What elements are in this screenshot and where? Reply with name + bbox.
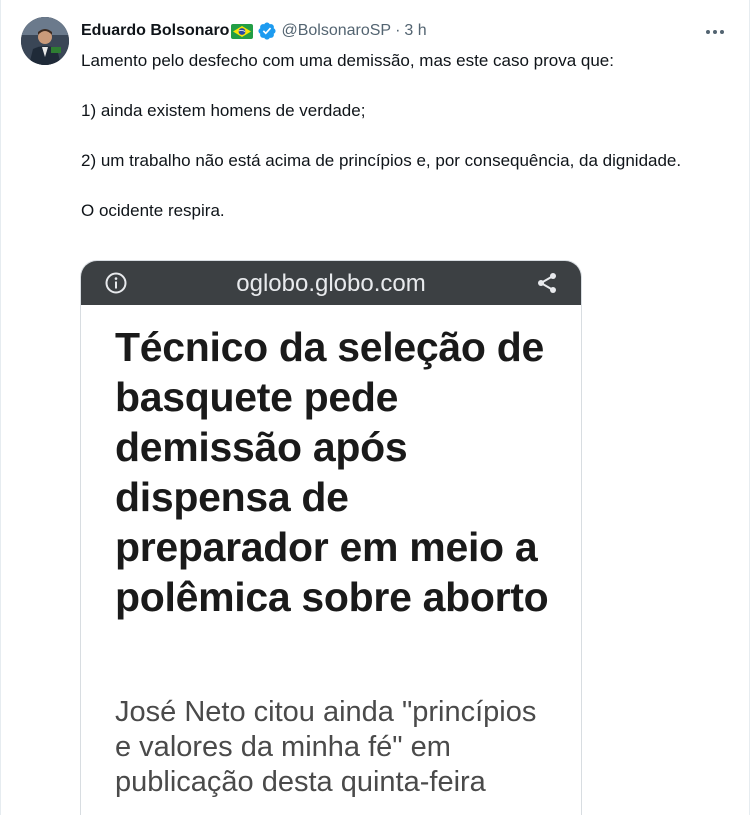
- article-headline: Técnico da seleção de basquete pede demi…: [115, 324, 549, 620]
- tweet-paragraph: O ocidente respira.: [81, 201, 225, 220]
- site-domain: oglobo.globo.com: [236, 270, 426, 297]
- embedded-image-card[interactable]: oglobo.globo.com Técnico da seleção de b…: [81, 261, 581, 815]
- more-options-icon[interactable]: [703, 20, 727, 44]
- verified-badge-icon: [257, 21, 277, 41]
- share-icon: [535, 271, 559, 295]
- tweet-text: Lamento pelo desfecho com uma demissão, …: [81, 48, 721, 248]
- separator-dot: ·: [395, 22, 401, 39]
- avatar[interactable]: [21, 17, 69, 65]
- author-name[interactable]: Eduardo Bolsonaro: [81, 22, 229, 40]
- author-handle[interactable]: @BolsonaroSP: [281, 22, 391, 40]
- tweet-paragraph: 1) ainda existem homens de verdade;: [81, 101, 366, 120]
- tweet-timestamp[interactable]: 3 h: [404, 22, 426, 40]
- tweet-paragraph: 2) um trabalho não está acima de princíp…: [81, 151, 682, 170]
- browser-address-bar: oglobo.globo.com: [81, 261, 581, 305]
- brazil-flag-icon: [231, 23, 254, 39]
- tweet[interactable]: Eduardo Bolsonaro @BolsonaroSP · 3 h Lam…: [0, 0, 750, 815]
- article-preview: Técnico da seleção de basquete pede demi…: [81, 305, 581, 815]
- tweet-header: Eduardo Bolsonaro @BolsonaroSP · 3 h: [81, 20, 427, 42]
- article-subheadline: José Neto citou ainda "princípios e valo…: [115, 696, 537, 798]
- tweet-paragraph: Lamento pelo desfecho com uma demissão, …: [81, 51, 614, 70]
